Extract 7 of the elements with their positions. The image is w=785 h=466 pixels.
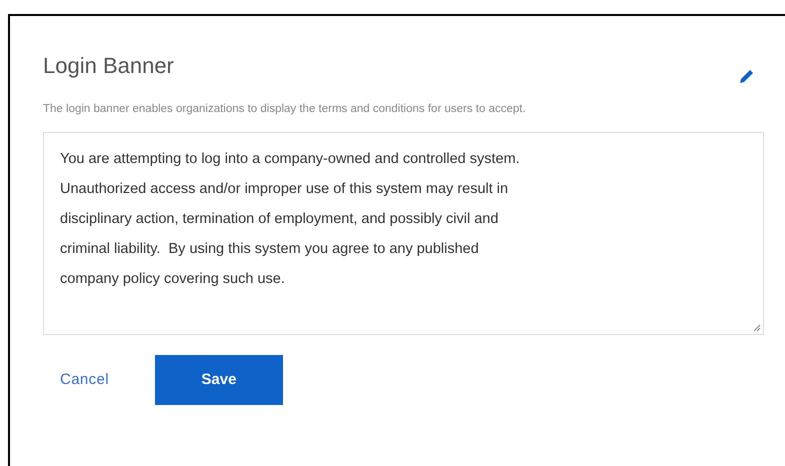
save-button[interactable]: Save xyxy=(154,355,283,406)
resize-handle-icon[interactable] xyxy=(753,324,761,332)
cancel-link[interactable]: Cancel xyxy=(60,369,109,392)
card-description: The login banner enables organizations to display the terms and conditions for users to accept. xyxy=(43,102,527,117)
card-title: Login Banner xyxy=(43,52,174,80)
banner-text-area[interactable]: You are attempting to log into a company-owned and controlled system. Unauthorized access and/or improper use of this system may result in disciplinary action, termination of employment, and possibly civil and criminal liability. By using this system you agree to any published company policy covering such use. xyxy=(43,132,764,336)
pencil-icon[interactable] xyxy=(739,68,755,84)
